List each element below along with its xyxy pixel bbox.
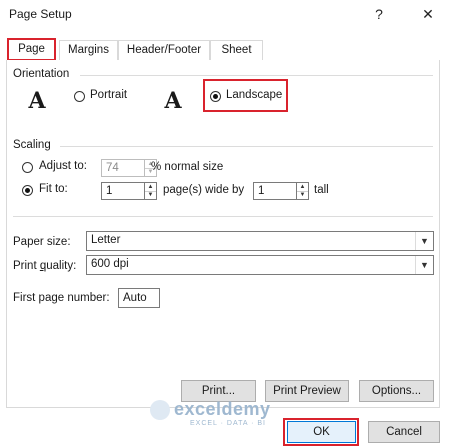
fit-to-label[interactable]: Fit to:	[39, 183, 68, 195]
adjust-percent-input[interactable]: 74	[101, 159, 145, 177]
scaling-bottom-divider	[13, 216, 433, 217]
portrait-label[interactable]: Portrait	[90, 89, 127, 101]
watermark-tagline: EXCEL · DATA · BI	[190, 420, 266, 427]
exceldemy-logo-icon	[150, 400, 170, 420]
landscape-label[interactable]: Landscape	[226, 89, 282, 101]
print-quality-value: 600 dpi	[91, 258, 129, 270]
dialog-title: Page Setup	[9, 7, 72, 21]
scaling-section-label: Scaling	[13, 139, 51, 151]
adjust-to-label[interactable]: Adjust to:	[39, 160, 87, 172]
normal-size-label: % normal size	[151, 161, 224, 173]
fit-pages-tall-spinner[interactable]: ▲ ▼	[297, 182, 309, 200]
orientation-section-label: Orientation	[13, 68, 70, 80]
fit-to-radio[interactable]	[22, 185, 33, 196]
fit-pages-tall-input[interactable]: 1	[253, 182, 297, 200]
watermark-name: exceldemy	[174, 399, 271, 419]
paper-size-value: Letter	[91, 234, 121, 246]
tall-label: tall	[314, 184, 329, 196]
ok-highlight-box	[283, 418, 359, 446]
fit-pages-wide-spinner[interactable]: ▲ ▼	[145, 182, 157, 200]
print-quality-label: Print quality:	[13, 260, 77, 272]
tab-page[interactable]: Page	[7, 38, 56, 61]
chevron-down-icon[interactable]: ▼	[415, 256, 433, 274]
landscape-page-icon: A	[164, 88, 182, 114]
spin-down-icon[interactable]: ▼	[145, 191, 156, 199]
paper-size-select[interactable]: Letter ▼	[86, 231, 434, 251]
print-quality-select[interactable]: 600 dpi ▼	[86, 255, 434, 275]
tab-margins[interactable]: Margins	[59, 40, 118, 60]
print-preview-button[interactable]: Print Preview	[265, 380, 349, 402]
options-button[interactable]: Options...	[359, 380, 434, 402]
chevron-down-icon[interactable]: ▼	[415, 232, 433, 250]
spin-down-icon[interactable]: ▼	[297, 191, 308, 199]
close-button[interactable]: ✕	[417, 3, 439, 25]
portrait-radio[interactable]	[74, 91, 85, 102]
pages-wide-by-label: page(s) wide by	[163, 184, 245, 196]
tab-sheet[interactable]: Sheet	[210, 40, 263, 60]
fit-pages-wide-input[interactable]: 1	[101, 182, 145, 200]
landscape-radio[interactable]	[210, 91, 221, 102]
cancel-button[interactable]: Cancel	[368, 421, 440, 443]
first-page-number-input[interactable]: Auto	[118, 288, 160, 308]
portrait-page-icon: A	[28, 88, 46, 114]
scaling-divider	[60, 146, 433, 147]
orientation-divider	[80, 75, 433, 76]
tab-header-footer[interactable]: Header/Footer	[118, 40, 210, 60]
first-page-number-label: First page number:	[13, 292, 110, 304]
adjust-to-radio[interactable]	[22, 162, 33, 173]
paper-size-label: Paper size:	[13, 236, 71, 248]
help-button[interactable]: ?	[368, 3, 390, 25]
